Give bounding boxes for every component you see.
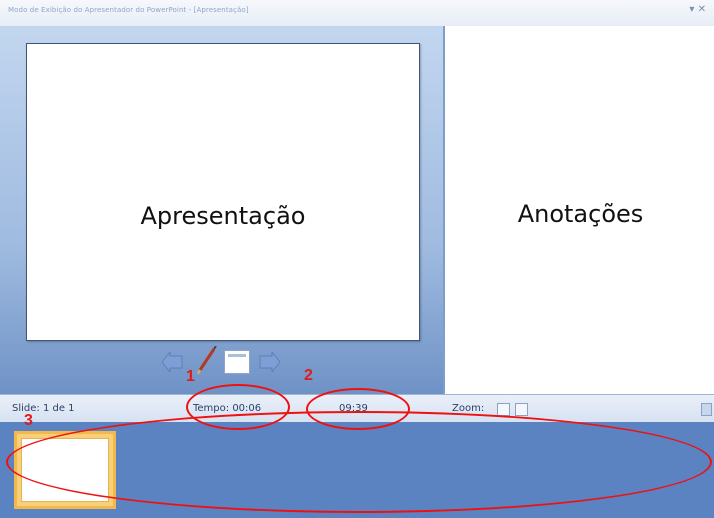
next-slide-button[interactable] [258,352,280,372]
current-slide[interactable]: Apresentação [26,43,420,341]
left-arrow-icon [162,352,183,372]
slide-counter: Slide: 1 de 1 [12,403,75,414]
zoom-out-button[interactable] [497,403,510,416]
annotation-number-1: 1 [186,368,195,385]
title-bar: Modo de Exibição do Apresentador do Powe… [0,0,714,27]
slide-menu-icon[interactable] [224,350,250,374]
notes-text: Anotações [517,200,644,228]
pen-icon [197,345,217,375]
annotation-number-3: 3 [24,412,33,429]
slide-navigation [162,345,292,376]
previous-slide-button[interactable] [162,352,184,372]
right-arrow-icon [259,352,280,372]
annotation-ellipse-thumbnails [6,411,712,513]
slide-text: Apresentação [140,202,306,230]
zoom-in-button[interactable] [515,403,528,416]
window-title: Modo de Exibição do Apresentador do Powe… [8,6,249,14]
annotation-number-2: 2 [304,367,313,384]
pen-button[interactable] [194,345,218,376]
current-slide-pane: Apresentação [0,26,443,394]
notes-pane[interactable]: Anotações [443,26,714,394]
notes-toggle-button[interactable] [701,403,712,416]
window-controls[interactable]: ▾ ✕ [689,4,706,15]
